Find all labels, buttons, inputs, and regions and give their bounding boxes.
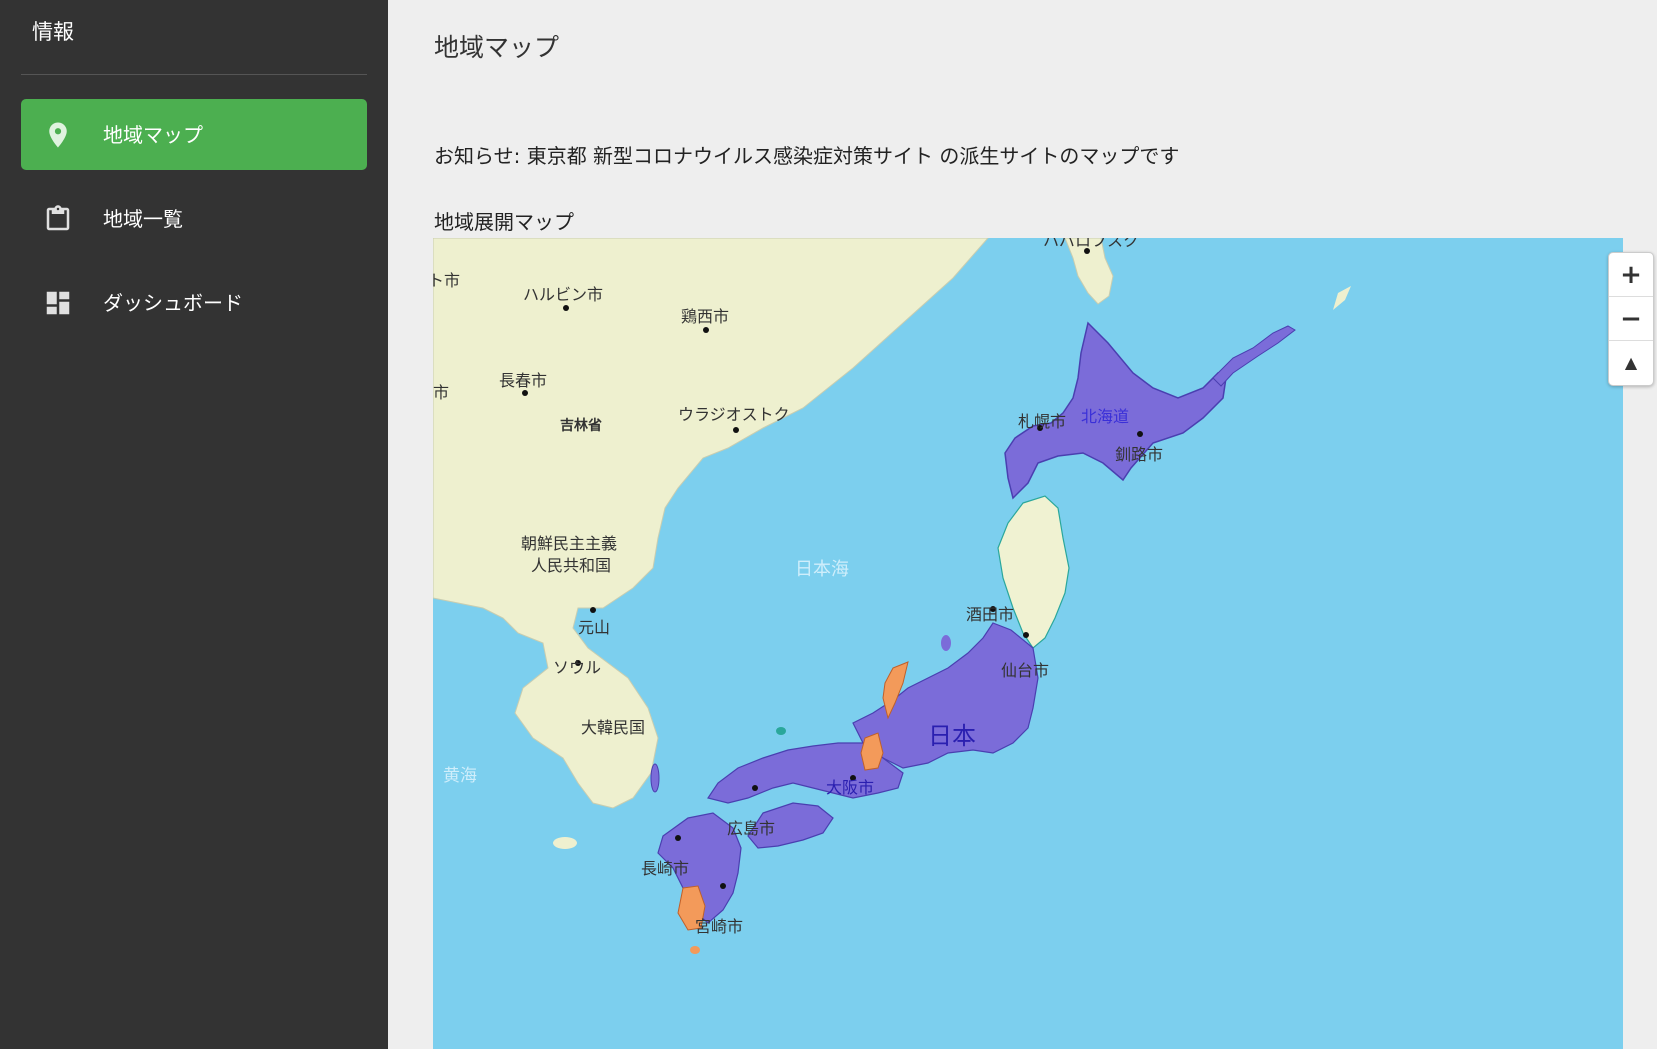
- zoom-in-button[interactable]: +: [1609, 253, 1653, 297]
- map-label-north-korea-1: 朝鮮民主主義: [521, 534, 617, 553]
- map-label-sendai: 仙台市: [1001, 661, 1049, 680]
- map-label-nagasaki: 長崎市: [641, 859, 689, 878]
- sidebar-item-label: 地域一覧: [103, 207, 183, 231]
- map-label-vladivostok: ウラジオストク: [678, 405, 790, 424]
- map-label-japan: 日本: [928, 722, 976, 750]
- map-label-wonsan: 元山: [578, 618, 610, 637]
- map-label-miyazaki: 宮崎市: [695, 917, 743, 936]
- region-map[interactable]: ハバロフスク ト市 ハルビン市 鶏西市 長春市 市 吉林省 ウラジオストク 朝鮮…: [433, 238, 1623, 1049]
- map-label-jixi: 鶏西市: [681, 307, 729, 326]
- sidebar: 情報 地域マップ 地域一覧 ダッシュボード: [0, 0, 388, 1049]
- map-canvas[interactable]: ハバロフスク ト市 ハルビン市 鶏西市 長春市 市 吉林省 ウラジオストク 朝鮮…: [433, 238, 1623, 1049]
- map-label-south-korea: 大韓民国: [581, 718, 645, 737]
- oki: [776, 727, 786, 735]
- page-title: 地域マップ: [434, 33, 560, 62]
- sidebar-item-region-list[interactable]: 地域一覧: [21, 183, 367, 254]
- map-label-yellow-sea: 黄海: [443, 766, 477, 786]
- sidebar-item-dashboard[interactable]: ダッシュボード: [21, 267, 367, 338]
- sidebar-item-label: ダッシュボード: [103, 291, 243, 315]
- map-label-changchun: 長春市: [499, 371, 547, 390]
- tsushima: [650, 763, 660, 793]
- map-label-seoul: ソウル: [553, 658, 601, 677]
- jeju: [553, 837, 577, 849]
- kuril-chain: [1212, 325, 1296, 387]
- map-label-jilin: 吉林省: [560, 417, 602, 434]
- map-section-label: 地域展開マップ: [434, 210, 574, 234]
- yakushima: [690, 946, 700, 954]
- notice-text: お知らせ: 東京都 新型コロナウイルス感染症対策サイト の派生サイトのマップです: [434, 144, 1180, 168]
- zoom-out-button[interactable]: −: [1609, 297, 1653, 341]
- kuril-island: [1333, 286, 1351, 310]
- sidebar-divider: [21, 74, 367, 75]
- map-label-osaka: 大阪市: [826, 778, 874, 797]
- map-pin-icon: [49, 122, 67, 148]
- map-label-sapporo: 札幌市: [1018, 412, 1066, 431]
- map-label-kushiro: 釧路市: [1115, 445, 1163, 464]
- sidebar-title: 情報: [32, 20, 74, 44]
- sidebar-item-label: 地域マップ: [103, 123, 203, 147]
- map-label-left-city-2: 市: [433, 383, 449, 402]
- map-label-hiroshima: 広島市: [727, 819, 775, 838]
- compass-button[interactable]: ▲: [1609, 341, 1653, 384]
- map-zoom-controls: + − ▲: [1608, 252, 1654, 386]
- sidebar-item-region-map[interactable]: 地域マップ: [21, 99, 367, 170]
- dashboard-icon: [46, 291, 70, 315]
- main-content: 地域マップ お知らせ: 東京都 新型コロナウイルス感染症対策サイト の派生サイト…: [388, 0, 1657, 1049]
- sado: [941, 635, 951, 651]
- tohoku: [997, 495, 1070, 649]
- map-label-sakata: 酒田市: [966, 605, 1014, 624]
- compass-icon: ▲: [1624, 353, 1638, 372]
- map-label-hokkaido: 北海道: [1081, 407, 1129, 426]
- map-label-yuzhno: ハバロフスク: [1043, 238, 1139, 250]
- map-label-left-city-1: ト市: [433, 271, 460, 290]
- map-label-harbin: ハルビン市: [523, 285, 603, 304]
- clipboard-icon: [46, 205, 70, 231]
- map-label-japan-sea: 日本海: [795, 559, 849, 580]
- map-label-north-korea-2: 人民共和国: [531, 556, 611, 575]
